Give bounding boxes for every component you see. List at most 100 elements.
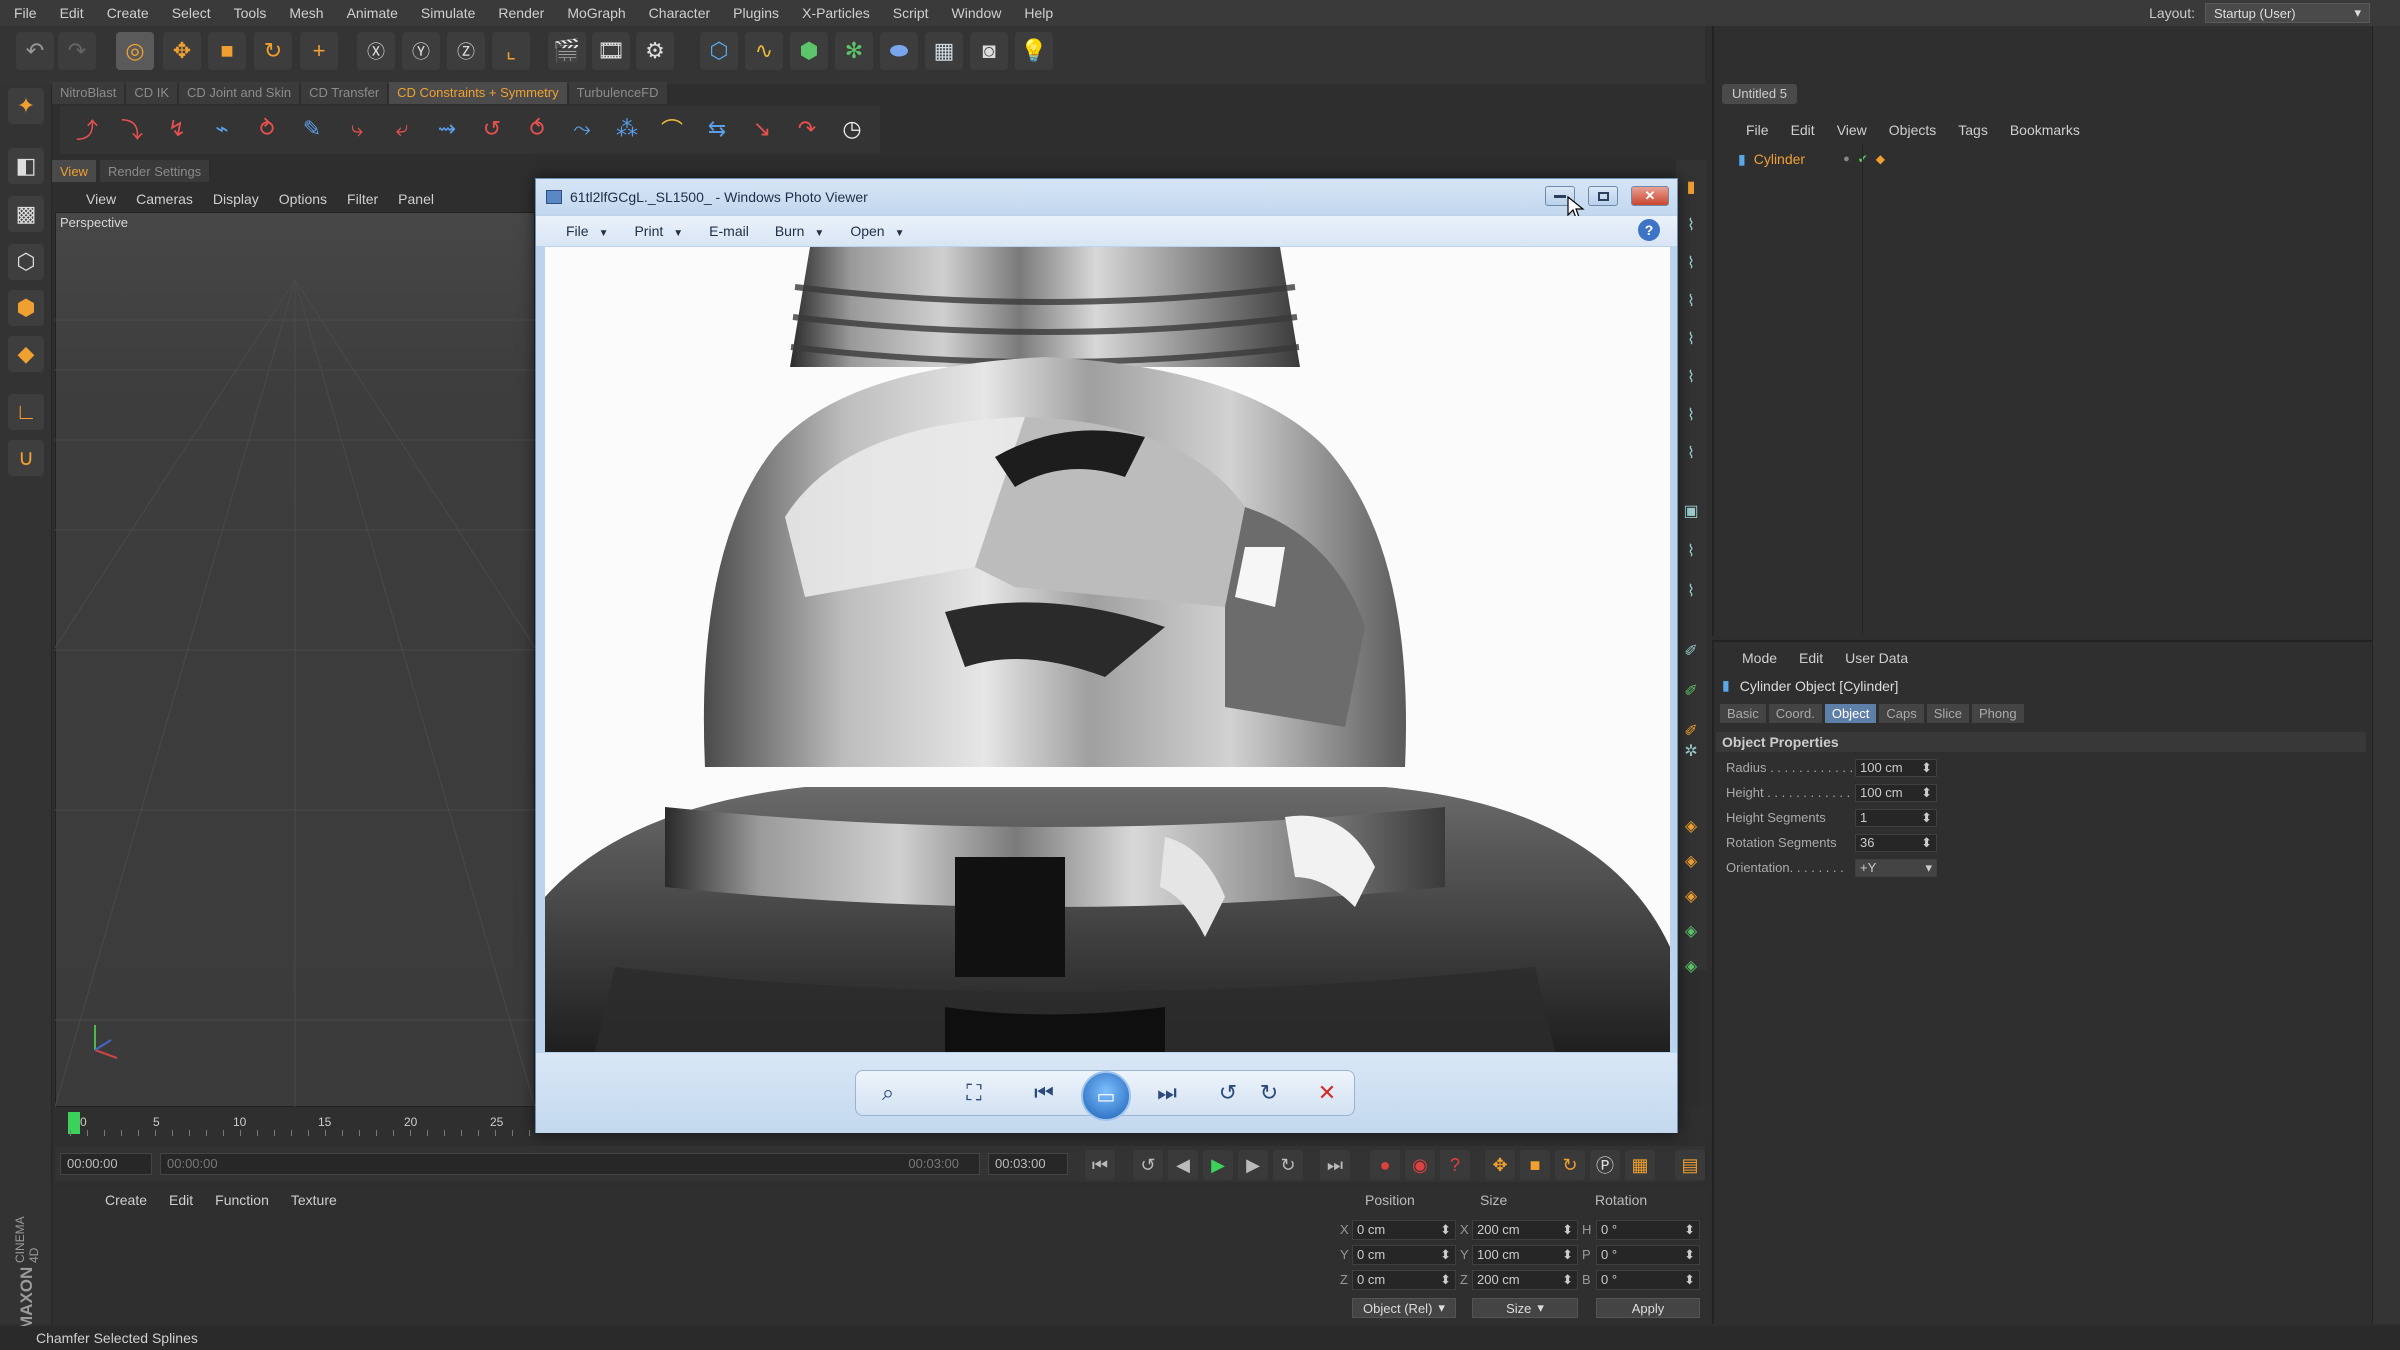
vp-menu-options[interactable]: Options (279, 191, 327, 207)
polygons-mode-icon[interactable]: ◆ (8, 336, 44, 372)
brush-icon[interactable]: ✐ (1680, 720, 1702, 742)
keyframe-selection-icon[interactable]: ? (1440, 1150, 1470, 1180)
delete-icon[interactable]: ✕ (1311, 1077, 1343, 1109)
scale-icon[interactable]: ■ (208, 32, 246, 70)
spline-tool-icon[interactable]: ⁂ (610, 112, 644, 146)
texture-mode-icon[interactable]: ▩ (8, 196, 44, 232)
redo-icon[interactable]: ↷ (58, 32, 96, 70)
subdivision-icon[interactable]: ⬢ (790, 32, 828, 70)
radius-field[interactable]: 100 cm ⬍ (1855, 759, 1937, 777)
rotate-icon[interactable]: ↻ (254, 32, 292, 70)
previous-key-icon[interactable]: ↺ (1133, 1150, 1163, 1180)
menu-animate[interactable]: Animate (347, 5, 398, 21)
vp-menu-cameras[interactable]: Cameras (136, 191, 193, 207)
pv-menu-burn[interactable]: Burn ▼ (775, 223, 824, 239)
height-segments-field[interactable]: 1 ⬍ (1855, 809, 1937, 827)
key-position-icon[interactable]: ✥ (1485, 1150, 1515, 1180)
points-mode-icon[interactable]: ⬡ (8, 244, 44, 280)
cloner-icon[interactable]: ✻ (835, 32, 873, 70)
key-parameter-icon[interactable]: Ⓟ (1590, 1150, 1620, 1180)
end-time-field[interactable]: 00:03:00 (988, 1153, 1068, 1175)
menu-mograph[interactable]: MoGraph (567, 5, 625, 21)
tab-turbulencefd[interactable]: TurbulenceFD (568, 82, 667, 104)
help-icon[interactable]: ? (1638, 219, 1660, 241)
coord-size-select[interactable]: Size ▾ (1472, 1298, 1578, 1318)
render-picture-viewer-icon[interactable]: 🎞 (592, 32, 630, 70)
deformer-icon[interactable]: ⬬ (880, 32, 918, 70)
settings-icon[interactable]: ✲ (1680, 740, 1702, 762)
object-row[interactable]: ▮ Cylinder ● ✔ ◆ (1720, 148, 2360, 170)
size-x-field[interactable]: 200 cm ⬍ (1472, 1220, 1578, 1240)
tag-icon[interactable]: ◈ (1680, 850, 1702, 872)
mat-menu-create[interactable]: Create (105, 1192, 147, 1208)
mat-menu-texture[interactable]: Texture (291, 1192, 337, 1208)
om-menu-tags[interactable]: Tags (1958, 122, 1988, 138)
om-menu-objects[interactable]: Objects (1889, 122, 1936, 138)
tool-icon[interactable]: ⌇ (1680, 404, 1702, 426)
rotation-h-field[interactable]: 0 ° ⬍ (1596, 1220, 1700, 1240)
menu-character[interactable]: Character (649, 5, 710, 21)
spline-tool-icon[interactable]: ✎ (295, 112, 329, 146)
menu-script[interactable]: Script (893, 5, 929, 21)
rotate-counterclockwise-icon[interactable]: ↺ (1212, 1077, 1244, 1109)
zoom-icon[interactable]: ⌕ (872, 1077, 904, 1109)
brush-icon[interactable]: ✐ (1680, 640, 1702, 662)
document-tab[interactable]: Untitled 5 (1722, 84, 1797, 104)
current-time-field[interactable]: 00:00:00 (60, 1153, 152, 1175)
menu-simulate[interactable]: Simulate (421, 5, 475, 21)
spline-tool-icon[interactable]: ⤴ (70, 112, 104, 146)
live-selection-icon[interactable]: ◎ (116, 32, 154, 70)
move-icon[interactable]: ✥ (163, 32, 201, 70)
tab-view[interactable]: View (52, 160, 96, 182)
rotation-b-field[interactable]: 0 ° ⬍ (1596, 1270, 1700, 1290)
tool-icon[interactable]: ⌇ (1680, 540, 1702, 562)
spline-tool-icon[interactable]: ⇆ (700, 112, 734, 146)
menu-mesh[interactable]: Mesh (289, 5, 323, 21)
tag-icon[interactable]: ◈ (1680, 885, 1702, 907)
spline-tool-icon[interactable]: ⥀ (520, 112, 554, 146)
spline-tool-icon[interactable]: ⇝ (430, 112, 464, 146)
tag-icon[interactable]: ◆ (1876, 152, 1885, 166)
menu-x-particles[interactable]: X-Particles (802, 5, 870, 21)
apply-button[interactable]: Apply (1596, 1298, 1700, 1318)
scheme-icon[interactable]: ▤ (1675, 1150, 1705, 1180)
tool-icon[interactable]: ⌇ (1680, 580, 1702, 602)
spline-tool-icon[interactable]: ⤳ (565, 112, 599, 146)
tab-phong[interactable]: Phong (1971, 704, 2024, 723)
om-menu-edit[interactable]: Edit (1791, 122, 1815, 138)
position-x-field[interactable]: 0 cm ⬍ (1352, 1220, 1456, 1240)
floor-icon[interactable]: ▦ (925, 32, 963, 70)
position-z-field[interactable]: 0 cm ⬍ (1352, 1270, 1456, 1290)
tool-icon[interactable]: ⌇ (1680, 252, 1702, 274)
visibility-dots-icon[interactable]: ● (1843, 153, 1850, 165)
tab-render-settings[interactable]: Render Settings (99, 160, 210, 182)
next-key-icon[interactable]: ↻ (1273, 1150, 1303, 1180)
play-icon[interactable]: ▶ (1203, 1150, 1233, 1180)
am-menu-edit[interactable]: Edit (1799, 650, 1823, 666)
tab-cd-transfer[interactable]: CD Transfer (301, 82, 388, 104)
add-object-icon[interactable]: + (300, 32, 338, 70)
size-y-field[interactable]: 100 cm ⬍ (1472, 1245, 1578, 1265)
tab-cd-constraints[interactable]: CD Constraints + Symmetry (389, 82, 567, 104)
menu-help[interactable]: Help (1024, 5, 1053, 21)
key-scale-icon[interactable]: ■ (1520, 1150, 1550, 1180)
menu-render[interactable]: Render (498, 5, 544, 21)
column-divider[interactable] (1862, 144, 1863, 634)
menu-plugins[interactable]: Plugins (733, 5, 779, 21)
cube-icon[interactable]: ⬡ (700, 32, 738, 70)
tab-caps[interactable]: Caps (1879, 704, 1924, 723)
om-menu-file[interactable]: File (1746, 122, 1769, 138)
z-axis-icon[interactable]: Ⓩ (447, 32, 485, 70)
rotation-p-field[interactable]: 0 ° ⬍ (1596, 1245, 1700, 1265)
key-rotation-icon[interactable]: ↻ (1555, 1150, 1585, 1180)
x-axis-icon[interactable]: Ⓧ (357, 32, 395, 70)
vp-menu-filter[interactable]: Filter (347, 191, 378, 207)
menu-create[interactable]: Create (107, 5, 149, 21)
axis-mode-icon[interactable]: ∟ (8, 394, 44, 430)
object-name[interactable]: Cylinder (1754, 151, 1805, 167)
layout-select[interactable]: Startup (User) ▾ (2205, 3, 2370, 23)
undo-icon[interactable]: ↶ (16, 32, 54, 70)
spline-tool-icon[interactable]: ↷ (790, 112, 824, 146)
rotation-segments-field[interactable]: 36 ⬍ (1855, 834, 1937, 852)
spline-tool-icon[interactable]: ⤷ (340, 112, 374, 146)
